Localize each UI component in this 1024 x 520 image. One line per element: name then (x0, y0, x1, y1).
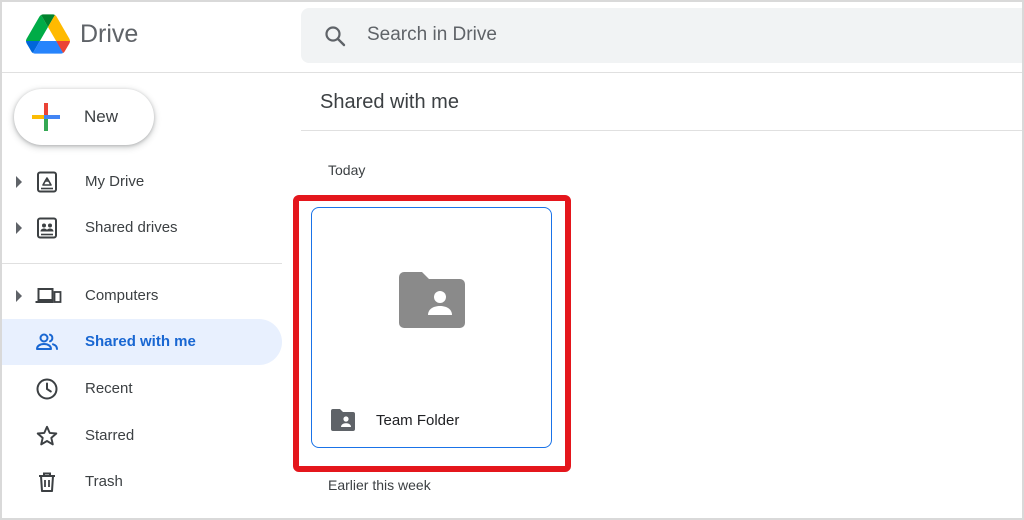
sidebar-item-label: Computers (85, 287, 159, 304)
sidebar-item-shared-with-me[interactable]: Shared with me (0, 319, 282, 365)
search-input[interactable] (367, 20, 967, 50)
new-button-label: New (84, 107, 119, 126)
header-divider (0, 72, 1024, 73)
sidebar-item-label: Recent (85, 380, 133, 397)
my-drive-icon (37, 171, 57, 193)
star-icon (36, 425, 58, 446)
sidebar-item-label: My Drive (85, 173, 145, 190)
section-label-today: Today (328, 162, 366, 178)
main-divider (301, 130, 1024, 131)
sidebar-item-label: Trash (85, 473, 123, 490)
shared-folder-icon (399, 272, 465, 328)
sidebar-item-shared-drives[interactable]: Shared drives (0, 205, 282, 251)
sidebar-divider (0, 263, 282, 264)
sidebar-item-recent[interactable]: Recent (0, 366, 282, 412)
section-label-earlier-this-week: Earlier this week (328, 477, 431, 493)
trash-icon (39, 472, 55, 492)
google-drive-logo-icon (26, 14, 70, 54)
sidebar-item-computers[interactable]: Computers (0, 273, 282, 319)
clock-icon (36, 378, 58, 400)
sidebar-item-starred[interactable]: Starred (0, 413, 282, 459)
folder-name: Team Folder (376, 412, 460, 429)
sidebar-item-label: Shared with me (85, 333, 196, 350)
search-bar[interactable] (301, 8, 1024, 63)
app-title: Drive (80, 20, 139, 48)
page-title: Shared with me (320, 91, 459, 113)
shared-drives-icon (37, 217, 57, 239)
computers-icon (35, 288, 62, 303)
sidebar-item-trash[interactable]: Trash (0, 459, 282, 505)
folder-card-team-folder[interactable]: Team Folder (311, 207, 552, 448)
sidebar-item-label: Shared drives (85, 219, 178, 236)
people-icon (36, 333, 58, 350)
expand-caret-icon[interactable] (16, 222, 22, 234)
plus-icon (32, 103, 60, 131)
sidebar-item-my-drive[interactable]: My Drive (0, 159, 282, 205)
drive-logo[interactable] (26, 14, 70, 54)
new-button[interactable]: New (14, 89, 154, 145)
expand-caret-icon[interactable] (16, 176, 22, 188)
search-icon[interactable] (323, 24, 347, 48)
expand-caret-icon[interactable] (16, 290, 22, 302)
sidebar-item-label: Starred (85, 427, 135, 444)
shared-folder-small-icon (331, 409, 355, 431)
